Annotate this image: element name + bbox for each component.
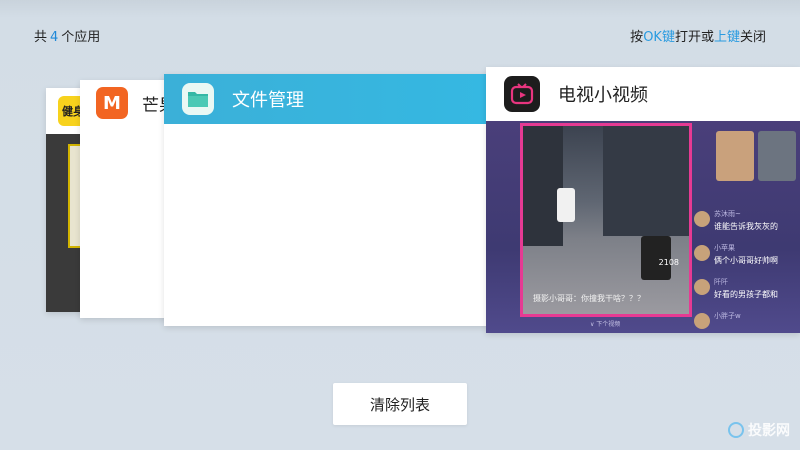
hint-press: 按: [630, 30, 644, 45]
building-right: [603, 126, 689, 236]
count-suffix: 个应用: [61, 30, 101, 45]
comment-user: 苏沐雨~: [714, 210, 741, 218]
mango-tv-icon: M: [96, 87, 128, 119]
recent-app-card-file-manager[interactable]: 文件管理: [164, 74, 490, 326]
app-count: 共 4 个应用: [34, 26, 100, 45]
comment-text: 俩个小哥哥好帅啊: [714, 256, 778, 265]
comment-user: 小胖子w: [714, 312, 741, 320]
comment-user: 阡阡: [714, 278, 728, 286]
hint-ok-key: OK键: [643, 30, 675, 45]
comment-text: 好看的男孩子都和: [714, 290, 778, 299]
watermark-logo-icon: [728, 422, 744, 438]
thumbnail: [758, 131, 796, 181]
hint-close: 关闭: [739, 30, 766, 45]
comment-item: 阡阡 好看的男孩子都和: [694, 277, 778, 300]
tv-short-video-icon: [504, 76, 540, 112]
comment-user: 小苹果: [714, 244, 735, 252]
video-caption: 摄影小哥哥：你撞我干啥？？？: [533, 294, 645, 303]
top-bar: 共 4 个应用 按OK键打开或上键关闭: [0, 0, 800, 60]
thumbnail: [716, 131, 754, 181]
comment-item: 苏沐雨~ 谁能告诉我灰灰的: [694, 209, 778, 232]
person-figure: [557, 188, 575, 222]
watermark-text: 投影网: [748, 423, 790, 439]
video-player: 2108 摄影小哥哥：你撞我干啥？？？: [520, 123, 692, 317]
count-number: 4: [50, 30, 59, 45]
count-prefix: 共: [34, 30, 48, 45]
like-count: 2108: [658, 258, 679, 267]
next-video-hint: ∨ 下个视频: [590, 321, 621, 328]
key-hint: 按OK键打开或上键关闭: [630, 26, 766, 45]
comment-text: 谁能告诉我灰灰的: [714, 222, 778, 231]
card-title: 电视小视频: [558, 85, 648, 106]
hint-up-key: 上键: [713, 30, 740, 45]
avatar: [694, 313, 710, 329]
watermark: 投影网: [728, 420, 790, 440]
comment-item: 小胖子w: [694, 311, 741, 329]
hint-open-or: 打开或: [674, 30, 714, 45]
app-preview-screenshot: 2108 摄影小哥哥：你撞我干啥？？？ ∨ 下个视频 苏沐雨~ 谁能告诉我灰灰的…: [486, 121, 800, 333]
card-header: 文件管理: [164, 74, 490, 124]
avatar: [694, 211, 710, 227]
card-header: 电视小视频: [486, 67, 800, 121]
avatar: [694, 279, 710, 295]
card-title: 文件管理: [232, 90, 304, 111]
recent-app-card-tv-video[interactable]: 电视小视频 2108 摄影小哥哥：你撞我干啥？？？ ∨ 下个视频 苏沐雨~ 谁能…: [486, 67, 800, 333]
avatar: [694, 245, 710, 261]
building-left: [523, 126, 563, 246]
file-manager-icon: [182, 83, 214, 115]
comment-item: 小苹果 俩个小哥哥好帅啊: [694, 243, 778, 266]
clear-list-button[interactable]: 清除列表: [333, 383, 467, 425]
